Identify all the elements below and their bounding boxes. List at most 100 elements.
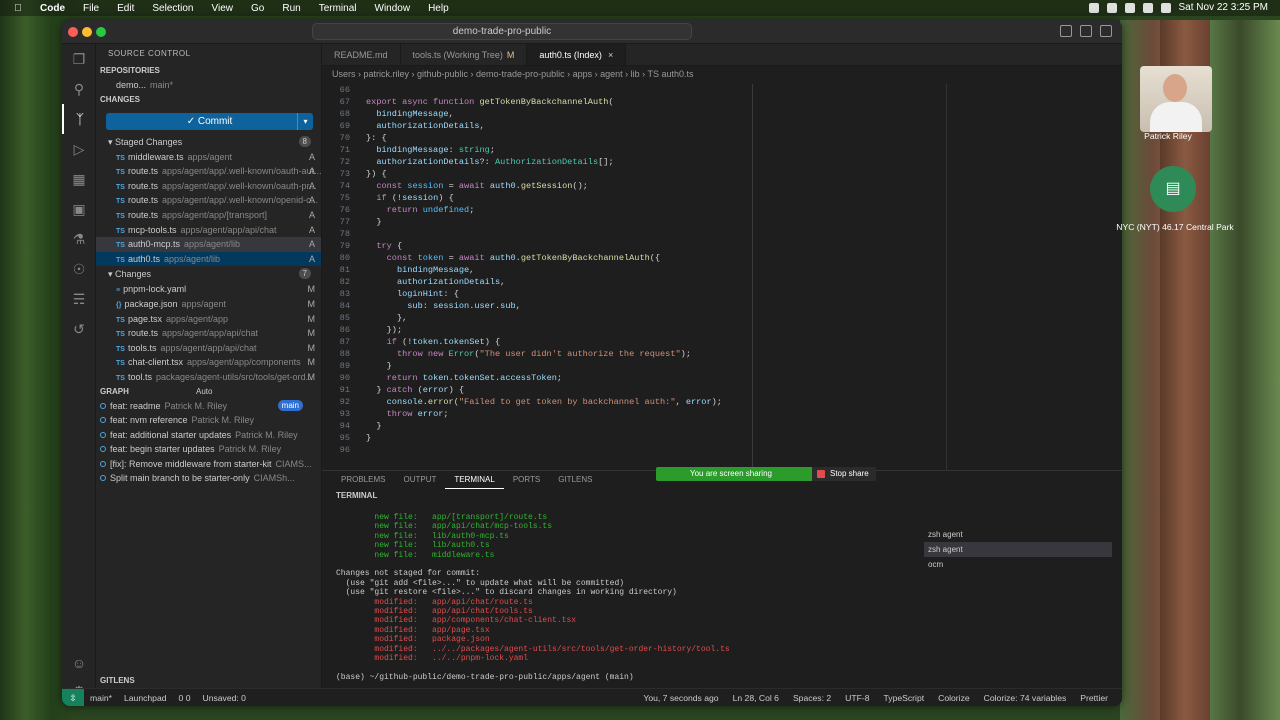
code-line[interactable]: 73}) { (322, 168, 1122, 180)
code-line[interactable]: 83 loginHint: { (322, 288, 1122, 300)
code-line[interactable]: 94 } (322, 420, 1122, 432)
prettier-status[interactable]: Prettier (1080, 689, 1108, 706)
code-line[interactable]: 78 (322, 228, 1122, 240)
tab-gitlens[interactable]: GITLENS (549, 471, 601, 489)
file-row[interactable]: TS route.ts apps/agent/app/.well-known/oau… (96, 164, 321, 179)
code-line[interactable]: 82 authorizationDetails, (322, 276, 1122, 288)
graph-commit-row[interactable]: [fix]: Remove middleware from starter-ki… (96, 457, 321, 472)
close-window-button[interactable] (68, 27, 78, 37)
menu-window[interactable]: Window (375, 3, 411, 14)
chevron-down-icon[interactable]: ▾ (297, 112, 313, 130)
changes-section[interactable]: CHANGES (96, 93, 321, 107)
file-row[interactable]: TS route.ts apps/agent/app/.well-known/ope… (96, 193, 321, 208)
command-center[interactable]: demo-trade-pro-public (312, 23, 692, 40)
docker-icon[interactable]: ☴ (62, 284, 96, 314)
menu-help[interactable]: Help (428, 3, 449, 14)
status-menu-icon[interactable] (1088, 2, 1099, 13)
file-row[interactable]: TS auth0.ts apps/agent/lib A (96, 251, 321, 267)
layout-toggle-icon[interactable] (1060, 25, 1072, 37)
stop-share-button[interactable]: Stop share (812, 467, 876, 481)
staged-changes-group[interactable]: ▾ Staged Changes 8 (96, 134, 321, 150)
code-line[interactable]: 67 export async function getTokenByBackch… (322, 96, 1122, 108)
blame-status[interactable]: You, 7 seconds ago (643, 689, 718, 706)
file-row[interactable]: TS middleware.ts apps/agent A (96, 150, 321, 165)
code-editor[interactable]: 66 67 export async function getTokenByBack… (322, 84, 1122, 480)
menu-terminal[interactable]: Terminal (319, 3, 357, 14)
file-row[interactable]: TS tool.ts packages/agent-utils/src/tools/… (96, 370, 321, 385)
launchpad-status[interactable]: Launchpad (124, 689, 167, 706)
terminal-item[interactable]: zsh agent (924, 527, 1112, 542)
search-icon[interactable]: ⚲ (62, 74, 96, 104)
branch-status[interactable]: main* (90, 689, 112, 706)
menu-app[interactable]: Code (40, 3, 65, 14)
graph-section[interactable]: GRAPH Auto (96, 385, 321, 399)
repositories-section[interactable]: REPOSITORIES (96, 64, 321, 78)
code-line[interactable]: 90 return token.tokenSet.accessToken; (322, 372, 1122, 384)
status-menu-icon[interactable] (1106, 2, 1117, 13)
colorize-status[interactable]: Colorize (938, 689, 970, 706)
apple-icon[interactable]:  (10, 3, 26, 14)
graph-commit-row[interactable]: feat: readme Patrick M. Riley main (96, 399, 321, 414)
file-row[interactable]: TS auth0-mcp.ts apps/agent/lib A (96, 237, 321, 252)
code-line[interactable]: 92 console.error("Failed to get token by… (322, 396, 1122, 408)
menu-selection[interactable]: Selection (152, 3, 193, 14)
code-line[interactable]: 88 throw new Error("The user didn't auth… (322, 348, 1122, 360)
code-line[interactable]: 86 }); (322, 324, 1122, 336)
accounts-icon[interactable]: ☺ (62, 648, 96, 678)
menu-edit[interactable]: Edit (117, 3, 134, 14)
code-line[interactable]: 91 } catch (error) { (322, 384, 1122, 396)
menu-view[interactable]: View (212, 3, 234, 14)
terminal-item[interactable]: ocm (924, 557, 1112, 572)
commit-button[interactable]: ✓ Commit ▾ (106, 112, 313, 130)
graph-commit-row[interactable]: feat: nvm reference Patrick M. Riley (96, 413, 321, 428)
tab-auth0-index[interactable]: auth0.ts (Index) × (527, 44, 627, 65)
search-icon[interactable] (1160, 2, 1171, 13)
wifi-icon[interactable] (1142, 2, 1153, 13)
layout-toggle-icon[interactable] (1080, 25, 1092, 37)
unsaved-status[interactable]: Unsaved: 0 (202, 689, 245, 706)
tab-readme[interactable]: README.md (322, 44, 401, 65)
problems-status[interactable]: 0 0 (179, 689, 191, 706)
file-row[interactable]: TS mcp-tools.ts apps/agent/app/api/chat A (96, 223, 321, 238)
source-control-icon[interactable]: ᛉ (62, 104, 96, 134)
code-line[interactable]: 89 } (322, 360, 1122, 372)
changes-group[interactable]: ▾ Changes 7 (96, 266, 321, 282)
code-line[interactable]: 70}: { (322, 132, 1122, 144)
extensions-icon[interactable]: ▦ (62, 164, 96, 194)
run-debug-icon[interactable]: ▷ (62, 134, 96, 164)
repo-row[interactable]: demo... main* (96, 78, 321, 93)
code-line[interactable]: 84 sub: session.user.sub, (322, 300, 1122, 312)
tab-problems[interactable]: PROBLEMS (332, 471, 394, 489)
remote-icon[interactable]: ⇳ (62, 689, 84, 706)
timeline-icon[interactable]: ↺ (62, 314, 96, 344)
code-line[interactable]: 96 (322, 444, 1122, 456)
file-row[interactable]: {} package.json apps/agent M (96, 297, 321, 312)
encoding-status[interactable]: UTF-8 (845, 689, 869, 706)
code-line[interactable]: 68 bindingMessage, (322, 108, 1122, 120)
file-row[interactable]: TS page.tsx apps/agent/app M (96, 312, 321, 327)
code-line[interactable]: 77 } (322, 216, 1122, 228)
testing-icon[interactable]: ⚗ (62, 224, 96, 254)
indent-status[interactable]: Spaces: 2 (793, 689, 831, 706)
file-row[interactable]: TS tools.ts apps/agent/app/api/chat M (96, 341, 321, 356)
code-line[interactable]: 76 return undefined; (322, 204, 1122, 216)
file-row[interactable]: TS route.ts apps/agent/app/.well-known/oau… (96, 179, 321, 194)
code-line[interactable]: 95} (322, 432, 1122, 444)
graph-commit-row[interactable]: Split main branch to be starter-only CIAM… (96, 471, 321, 486)
minimize-window-button[interactable] (82, 27, 92, 37)
layout-toggle-icon[interactable] (1100, 25, 1112, 37)
file-row[interactable]: TS chat-client.tsx apps/agent/app/componen… (96, 355, 321, 370)
status-menu-icon[interactable] (1124, 2, 1135, 13)
code-line[interactable]: 75 if (!session) { (322, 192, 1122, 204)
graph-commit-row[interactable]: feat: begin starter updates Patrick M. Ri… (96, 442, 321, 457)
code-line[interactable]: 71 bindingMessage: string; (322, 144, 1122, 156)
language-status[interactable]: TypeScript (884, 689, 925, 706)
cursor-position[interactable]: Ln 28, Col 6 (733, 689, 779, 706)
menu-file[interactable]: File (83, 3, 99, 14)
tab-tools-working-tree[interactable]: tools.ts (Working Tree) M (401, 44, 528, 65)
code-line[interactable]: 79 try { (322, 240, 1122, 252)
menubar-clock[interactable]: Sat Nov 22 3:25 PM (1179, 2, 1269, 13)
gitlens-section[interactable]: GITLENS (96, 674, 321, 688)
graph-commit-row[interactable]: feat: additional starter updates Patrick … (96, 428, 321, 443)
tab-terminal[interactable]: TERMINAL (445, 471, 504, 489)
